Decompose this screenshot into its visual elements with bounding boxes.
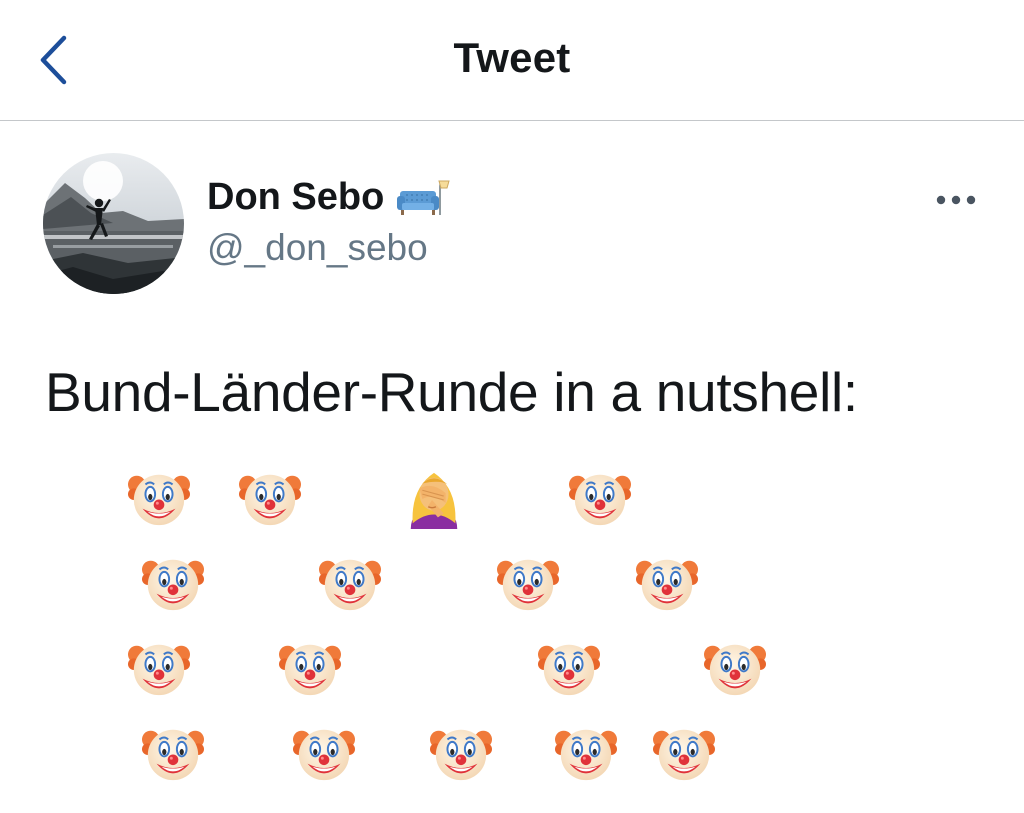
avatar[interactable] — [43, 153, 184, 294]
clown-face-icon — [239, 467, 301, 529]
clown-face-icon — [128, 637, 190, 699]
clown-face-icon — [538, 637, 600, 699]
clown-face-icon — [653, 722, 715, 784]
clown-face-icon — [293, 722, 355, 784]
clown-face-icon — [555, 722, 617, 784]
clown-face-icon — [279, 637, 341, 699]
clown-face-icon — [430, 722, 492, 784]
avatar-photo — [43, 153, 184, 294]
author-handle[interactable]: @_don_sebo — [207, 227, 428, 269]
author-name: Don Sebo — [207, 176, 385, 218]
clown-face-icon — [128, 467, 190, 529]
clown-face-icon — [569, 467, 631, 529]
more-dots-icon — [936, 195, 976, 205]
clown-face-icon — [636, 552, 698, 614]
clown-face-icon — [142, 722, 204, 784]
clown-face-icon — [704, 637, 766, 699]
clown-face-icon — [497, 552, 559, 614]
top-bar: Tweet — [0, 0, 1024, 121]
tweet-text: Bund-Länder-Runde in a nutshell: — [45, 361, 858, 423]
more-options-button[interactable] — [926, 180, 986, 220]
page-title: Tweet — [453, 34, 571, 81]
clown-face-icon — [319, 552, 381, 614]
clown-face-icon — [142, 552, 204, 614]
couch-and-lamp-icon — [396, 179, 450, 219]
facepalm-icon — [403, 467, 465, 529]
author-name-row[interactable]: Don Sebo — [207, 176, 450, 219]
